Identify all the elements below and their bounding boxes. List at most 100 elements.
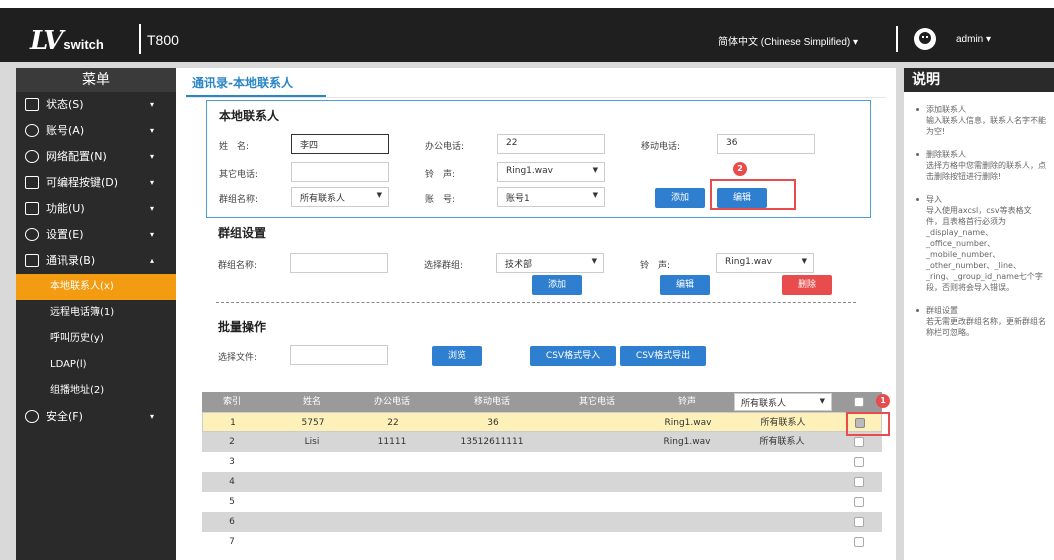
sidebar-item-account[interactable]: 账号(A) ▾ bbox=[16, 118, 176, 144]
sidebar-item-settings[interactable]: 设置(E) ▾ bbox=[16, 222, 176, 248]
select-all-checkbox[interactable] bbox=[854, 397, 864, 407]
office-phone-field[interactable]: 22 bbox=[497, 134, 605, 154]
sidebar-item-label: 通讯录(B) bbox=[46, 254, 96, 267]
row-checkbox[interactable] bbox=[854, 477, 864, 487]
group-ring-label: 铃 声: bbox=[640, 261, 671, 271]
row-checkbox[interactable] bbox=[854, 457, 864, 467]
chevron-down-icon: ▾ bbox=[149, 152, 154, 161]
group-name-label: 群组名称: bbox=[218, 261, 258, 271]
sidebar-subitem-call-history[interactable]: 呼叫历史(y) bbox=[16, 326, 176, 352]
row-checkbox[interactable] bbox=[854, 437, 864, 447]
chevron-down-icon: ▼ bbox=[591, 257, 597, 265]
chevron-down-icon: ▼ bbox=[592, 166, 598, 174]
table-row[interactable]: 4 bbox=[202, 472, 882, 492]
chevron-down-icon: ▾ bbox=[149, 230, 154, 239]
cell-index: 4 bbox=[229, 477, 235, 487]
select-group-value: 技术部 bbox=[505, 260, 533, 270]
table-row[interactable]: 1 5757 22 36 Ring1.wav 所有联系人 bbox=[202, 412, 882, 432]
grid-icon bbox=[25, 202, 39, 215]
language-selector[interactable]: 简体中文 (Chinese Simplified) ▾ bbox=[718, 33, 858, 48]
cell-index: 5 bbox=[229, 497, 235, 507]
group-filter-value: 所有联系人 bbox=[741, 399, 787, 409]
chevron-down-icon: ▾ bbox=[149, 412, 154, 421]
help-title: 说明 bbox=[904, 68, 1054, 92]
batch-operation-heading: 批量操作 bbox=[218, 320, 267, 334]
contacts-table: 索引 姓名 办公电话 移动电话 其它电话 铃声 所有联系人 ▼ 1 5757 22… bbox=[202, 392, 882, 552]
file-path-field[interactable] bbox=[290, 345, 388, 365]
group-select[interactable]: 所有联系人 ▼ bbox=[291, 187, 389, 207]
cell-office: 22 bbox=[387, 418, 399, 428]
row-checkbox[interactable] bbox=[854, 497, 864, 507]
top-bar: LV switch T800 简体中文 (Chinese Simplified) … bbox=[0, 0, 1054, 62]
highlight-row-checkbox bbox=[846, 412, 890, 436]
account-select-value: 账号1 bbox=[506, 194, 530, 204]
header-other: 其它电话 bbox=[578, 397, 615, 407]
sidebar-item-status[interactable]: 状态(S) ▾ bbox=[16, 92, 176, 118]
help-item: 删除联系人选择方格中您需删除的联系人，点击删除按钮进行删除! bbox=[904, 149, 1054, 182]
sidebar-item-network[interactable]: 网络配置(N) ▾ bbox=[16, 144, 176, 170]
group-name-field[interactable] bbox=[290, 253, 388, 273]
help-item-title: 删除联系人 bbox=[926, 150, 966, 159]
table-row[interactable]: 6 bbox=[202, 512, 882, 532]
browse-button[interactable]: 浏览 bbox=[432, 346, 482, 366]
chevron-down-icon: ▾ bbox=[149, 204, 154, 213]
mobile-phone-field[interactable]: 36 bbox=[717, 134, 815, 154]
sidebar-subitem-multicast[interactable]: 组播地址(2) bbox=[16, 378, 176, 404]
sidebar-title: 菜单 bbox=[16, 68, 176, 92]
group-select-value: 所有联系人 bbox=[300, 194, 346, 204]
table-row[interactable]: 2 Lisi 11111 13512611111 Ring1.wav 所有联系人 bbox=[202, 432, 882, 452]
status-icon bbox=[25, 98, 39, 111]
sidebar-subitem-ldap[interactable]: LDAP(l) bbox=[16, 352, 176, 378]
header-divider bbox=[896, 26, 898, 52]
account-select[interactable]: 账号1 ▼ bbox=[497, 187, 605, 207]
delete-group-button[interactable]: 删除 bbox=[782, 275, 832, 295]
name-field[interactable]: 李四 bbox=[291, 134, 389, 154]
sidebar-item-security[interactable]: 安全(F) ▾ bbox=[16, 404, 176, 430]
header-ring: 铃声 bbox=[677, 397, 696, 407]
edit-group-button[interactable]: 编辑 bbox=[660, 275, 710, 295]
sidebar-item-label: 设置(E) bbox=[46, 228, 84, 241]
add-group-button[interactable]: 添加 bbox=[532, 275, 582, 295]
account-label: 账 号: bbox=[425, 195, 456, 205]
avatar-icon[interactable] bbox=[914, 28, 936, 50]
table-row[interactable]: 7 bbox=[202, 532, 882, 552]
chevron-down-icon: ▾ bbox=[149, 178, 154, 187]
help-item: 导入 导入使用axcsl，csv等表格文件，且表格首行必须为_display_na… bbox=[904, 194, 1054, 293]
group-filter-select[interactable]: 所有联系人 ▼ bbox=[734, 393, 832, 411]
sidebar-subitem-remote-phonebook[interactable]: 远程电话簿(1) bbox=[16, 300, 176, 326]
user-menu[interactable]: admin ▾ bbox=[956, 34, 991, 45]
section-divider bbox=[216, 302, 856, 303]
step-badge-1: 1 bbox=[876, 394, 890, 408]
other-phone-field[interactable] bbox=[291, 162, 389, 182]
chevron-down-icon: ▾ bbox=[149, 126, 154, 135]
help-panel: 说明 添加联系人 输入联系人信息，联系人名字不能为空! 删除联系人 选择方格中您需删… bbox=[904, 68, 1054, 560]
sidebar-item-directory[interactable]: 通讯录(B) ▴ bbox=[16, 248, 176, 274]
chevron-up-icon: ▴ bbox=[149, 256, 154, 265]
chevron-down-icon: ▼ bbox=[592, 191, 598, 199]
help-item-text: 选择方格中您需删除的联系人，点击删除按钮进行删除! bbox=[926, 161, 1046, 181]
cell-index: 7 bbox=[229, 537, 235, 547]
csv-import-button[interactable]: CSV格式导入 bbox=[530, 346, 616, 366]
table-row[interactable]: 5 bbox=[202, 492, 882, 512]
bullet-icon bbox=[916, 309, 919, 312]
step-badge-2: 2 bbox=[733, 162, 747, 176]
table-row[interactable]: 3 bbox=[202, 452, 882, 472]
sidebar-item-features[interactable]: 功能(U) ▾ bbox=[16, 196, 176, 222]
sidebar-item-label: 功能(U) bbox=[46, 202, 85, 215]
mobile-phone-label: 移动电话: bbox=[641, 142, 681, 152]
sidebar-subitem-local-contacts[interactable]: 本地联系人(x) bbox=[16, 274, 176, 300]
csv-export-button[interactable]: CSV格式导出 bbox=[620, 346, 706, 366]
chevron-down-icon: ▼ bbox=[376, 191, 382, 199]
row-checkbox[interactable] bbox=[854, 517, 864, 527]
group-ring-select[interactable]: Ring1.wav ▼ bbox=[716, 253, 814, 273]
main-content: 通讯录-本地联系人 本地联系人 姓 名: 李四 办公电话: 22 移动电话: 3… bbox=[176, 68, 896, 560]
ring-label: 铃 声: bbox=[425, 170, 456, 180]
shield-icon bbox=[25, 410, 39, 423]
row-checkbox[interactable] bbox=[854, 537, 864, 547]
header-name: 姓名 bbox=[302, 397, 321, 407]
sidebar-item-dsskey[interactable]: 可编程按键(D) ▾ bbox=[16, 170, 176, 196]
ring-select[interactable]: Ring1.wav ▼ bbox=[497, 162, 605, 182]
bullet-icon bbox=[916, 153, 919, 156]
select-group-dropdown[interactable]: 技术部 ▼ bbox=[496, 253, 604, 273]
add-contact-button[interactable]: 添加 bbox=[655, 188, 705, 208]
